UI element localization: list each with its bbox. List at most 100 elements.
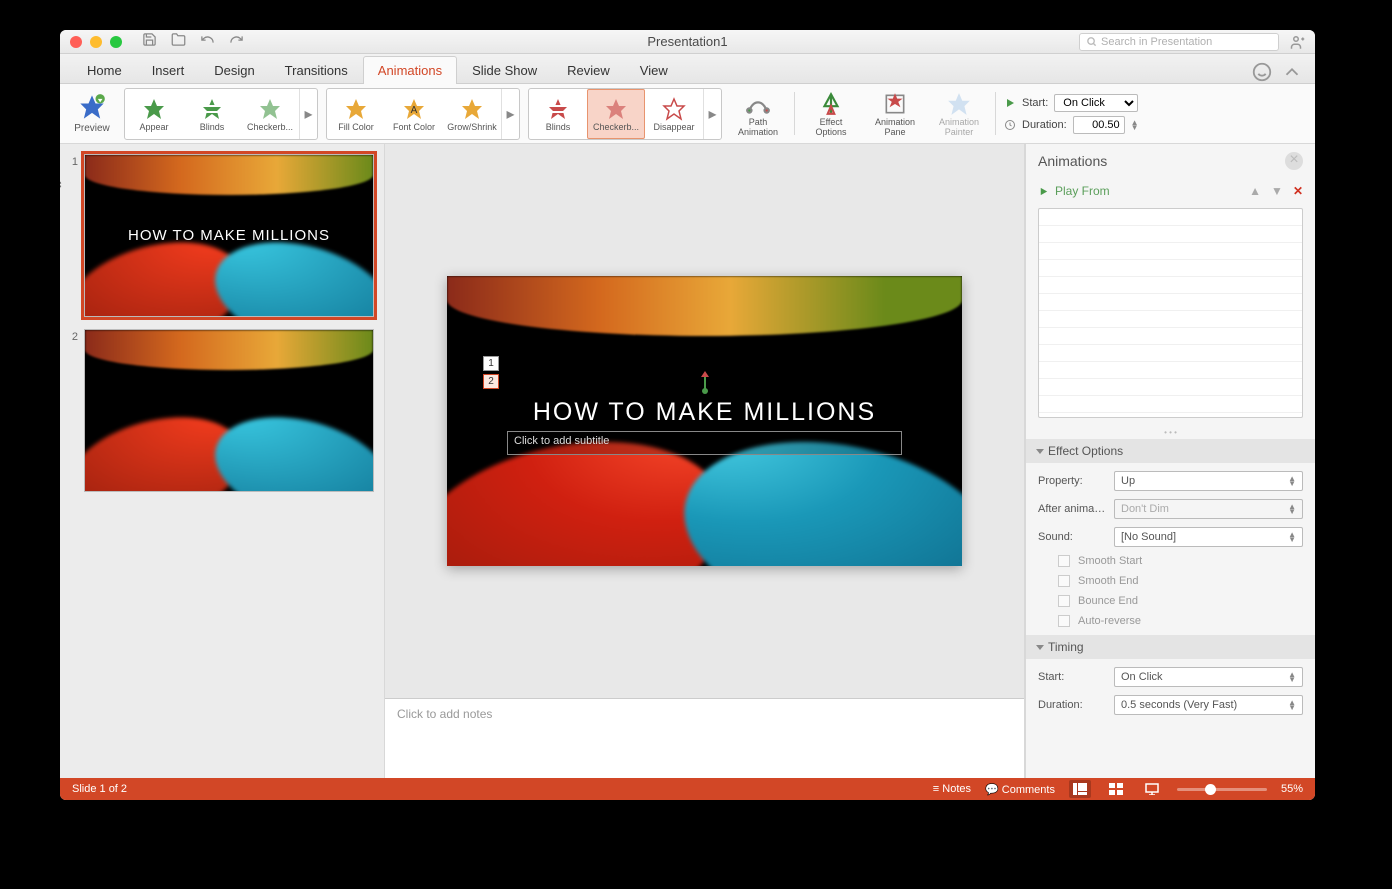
- exit-blinds[interactable]: Blinds: [529, 89, 587, 139]
- timing-duration-select[interactable]: 0.5 seconds (Very Fast)▲▼: [1114, 695, 1303, 715]
- exit-checkerboard[interactable]: Checkerb...: [587, 89, 645, 139]
- slideshow-view-icon[interactable]: [1141, 780, 1163, 798]
- move-up-icon[interactable]: ▲: [1249, 184, 1261, 198]
- comments-toggle[interactable]: 💬 Comments: [985, 783, 1055, 796]
- exit-more[interactable]: ▸: [703, 89, 721, 139]
- tab-animations[interactable]: Animations: [363, 56, 457, 84]
- tab-slide-show[interactable]: Slide Show: [457, 56, 552, 84]
- open-icon[interactable]: [171, 32, 186, 52]
- effect-options-section[interactable]: Effect Options: [1026, 439, 1315, 463]
- slide-thumbnail-2[interactable]: [84, 329, 374, 492]
- zoom-slider[interactable]: [1177, 788, 1267, 791]
- redo-icon[interactable]: [229, 32, 244, 52]
- emphasis-grow-shrink[interactable]: Grow/Shrink: [443, 89, 501, 139]
- thumb-title: HOW TO MAKE MILLIONS: [85, 227, 373, 244]
- status-bar: Slide 1 of 2 ≡ Notes 💬 Comments 55%: [60, 778, 1315, 800]
- animation-pane-button[interactable]: Animation Pane: [867, 88, 923, 140]
- animation-list[interactable]: [1038, 208, 1303, 418]
- entrance-appear[interactable]: Appear: [125, 89, 183, 139]
- close-pane-icon[interactable]: ×: [1285, 152, 1303, 170]
- delete-icon[interactable]: ✕: [1293, 184, 1303, 198]
- editor-area: 1 2 HOW TO MAKE MILLIONS Click to add su…: [385, 144, 1025, 778]
- zoom-knob[interactable]: [1205, 784, 1216, 795]
- search-input[interactable]: Search in Presentation: [1079, 33, 1279, 51]
- timing-start-label: Start:: [1038, 671, 1106, 683]
- notes-area[interactable]: Click to add notes: [385, 698, 1024, 778]
- quick-access-toolbar: [142, 32, 244, 52]
- stepper-icon[interactable]: ▲▼: [1131, 120, 1139, 130]
- auto-reverse-checkbox[interactable]: Auto-reverse: [1038, 615, 1303, 627]
- play-icon: [1038, 186, 1049, 197]
- preview-button[interactable]: Preview: [68, 88, 116, 139]
- duration-input[interactable]: [1073, 116, 1125, 134]
- effect-options-button[interactable]: Effect Options: [803, 88, 859, 140]
- smooth-end-checkbox[interactable]: Smooth End: [1038, 575, 1303, 587]
- feedback-icon[interactable]: [1251, 61, 1273, 83]
- undo-icon[interactable]: [200, 32, 215, 52]
- pane-title: Animations: [1038, 153, 1107, 169]
- close-window-icon[interactable]: [70, 36, 82, 48]
- animation-tags: 1 2: [483, 356, 499, 389]
- sorter-view-icon[interactable]: [1105, 780, 1127, 798]
- entrance-blinds[interactable]: Blinds: [183, 89, 241, 139]
- animation-star-icon: ✱: [60, 178, 62, 192]
- tab-design[interactable]: Design: [199, 56, 269, 84]
- slide-title[interactable]: HOW TO MAKE MILLIONS: [447, 398, 962, 427]
- entrance-more[interactable]: ▸: [299, 89, 317, 139]
- share-icon[interactable]: [1287, 33, 1305, 51]
- exit-disappear[interactable]: Disappear: [645, 89, 703, 139]
- property-select[interactable]: Up▲▼: [1114, 471, 1303, 491]
- notes-toggle[interactable]: ≡ Notes: [933, 783, 971, 795]
- timing-duration-label: Duration:: [1038, 699, 1106, 711]
- preview-label: Preview: [74, 123, 110, 134]
- sound-label: Sound:: [1038, 531, 1106, 543]
- slide-indicator: Slide 1 of 2: [72, 783, 127, 795]
- search-icon: [1086, 36, 1097, 47]
- zoom-level[interactable]: 55%: [1281, 783, 1303, 795]
- tab-review[interactable]: Review: [552, 56, 625, 84]
- tab-home[interactable]: Home: [72, 56, 137, 84]
- animation-tag-2[interactable]: 2: [483, 374, 499, 389]
- app-window: Presentation1 Search in Presentation Hom…: [60, 30, 1315, 800]
- emphasis-fill-color[interactable]: Fill Color: [327, 89, 385, 139]
- animation-painter-button[interactable]: Animation Painter: [931, 88, 987, 140]
- thumb-number: 2: [66, 329, 78, 343]
- after-animation-label: After anima…: [1038, 503, 1106, 515]
- play-icon: [1004, 97, 1016, 109]
- save-icon[interactable]: [142, 32, 157, 52]
- tab-transitions[interactable]: Transitions: [270, 56, 363, 84]
- slide-thumbnail-1[interactable]: HOW TO MAKE MILLIONS: [84, 154, 374, 317]
- move-down-icon[interactable]: ▼: [1271, 184, 1283, 198]
- sound-select[interactable]: [No Sound]▲▼: [1114, 527, 1303, 547]
- collapse-ribbon-icon[interactable]: [1281, 61, 1303, 83]
- start-select[interactable]: On Click: [1054, 94, 1138, 112]
- zoom-window-icon[interactable]: [110, 36, 122, 48]
- slide-canvas[interactable]: 1 2 HOW TO MAKE MILLIONS Click to add su…: [385, 144, 1024, 698]
- timing-start-select[interactable]: On Click▲▼: [1114, 667, 1303, 687]
- resize-handle-icon[interactable]: • • •: [1026, 426, 1315, 439]
- smooth-start-checkbox[interactable]: Smooth Start: [1038, 555, 1303, 567]
- minimize-window-icon[interactable]: [90, 36, 102, 48]
- timing-section[interactable]: Timing: [1026, 635, 1315, 659]
- normal-view-icon[interactable]: [1069, 780, 1091, 798]
- exit-gallery: Blinds Checkerb... Disappear ▸: [528, 88, 722, 140]
- after-animation-select: Don't Dim▲▼: [1114, 499, 1303, 519]
- slide-subtitle-placeholder[interactable]: Click to add subtitle: [507, 431, 902, 455]
- ribbon-tabs: Home Insert Design Transitions Animation…: [60, 54, 1315, 84]
- search-placeholder: Search in Presentation: [1101, 36, 1212, 48]
- start-label: Start:: [1022, 97, 1048, 109]
- play-from-button[interactable]: Play From ▲ ▼ ✕: [1026, 178, 1315, 204]
- ribbon: Preview Appear Blinds Checkerb... ▸ Fill…: [60, 84, 1315, 144]
- path-animation-button[interactable]: Path Animation: [730, 88, 786, 140]
- tab-view[interactable]: View: [625, 56, 683, 84]
- svg-text:A: A: [411, 105, 418, 116]
- entrance-checkerboard[interactable]: Checkerb...: [241, 89, 299, 139]
- bounce-end-checkbox[interactable]: Bounce End: [1038, 595, 1303, 607]
- thumb-number: 1: [66, 154, 78, 168]
- slide-thumbnails: 1 ✱ HOW TO MAKE MILLIONS 2: [60, 144, 385, 778]
- emphasis-font-color[interactable]: AFont Color: [385, 89, 443, 139]
- emphasis-more[interactable]: ▸: [501, 89, 519, 139]
- emphasis-gallery: Fill Color AFont Color Grow/Shrink ▸: [326, 88, 520, 140]
- tab-insert[interactable]: Insert: [137, 56, 200, 84]
- animation-tag-1[interactable]: 1: [483, 356, 499, 371]
